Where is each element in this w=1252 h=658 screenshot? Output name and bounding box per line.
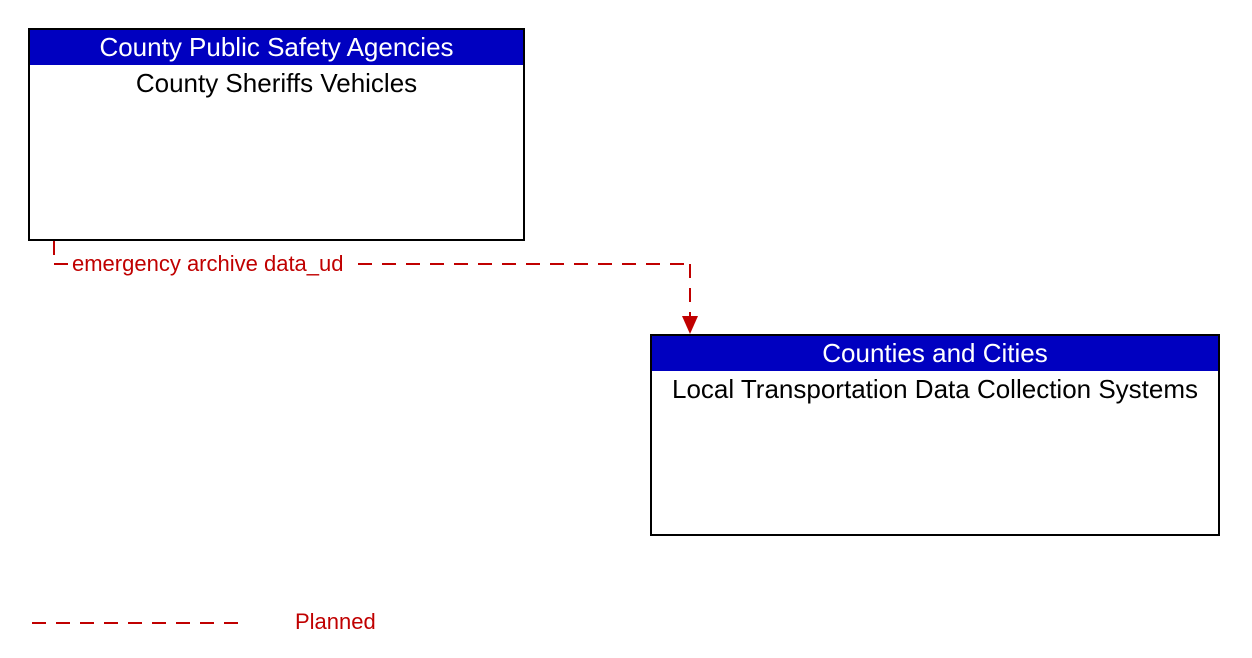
diagram-canvas: County Public Safety Agencies County She… [0,0,1252,658]
entity-target-body: Local Transportation Data Collection Sys… [652,371,1218,405]
entity-target-box: Counties and Cities Local Transportation… [650,334,1220,536]
entity-source-header: County Public Safety Agencies [30,30,523,65]
entity-target-header: Counties and Cities [652,336,1218,371]
flow-arrowhead [682,316,698,334]
flow-label: emergency archive data_ud [72,251,344,277]
entity-source-body: County Sheriffs Vehicles [30,65,523,99]
legend-planned-label: Planned [295,609,376,635]
entity-source-box: County Public Safety Agencies County She… [28,28,525,241]
